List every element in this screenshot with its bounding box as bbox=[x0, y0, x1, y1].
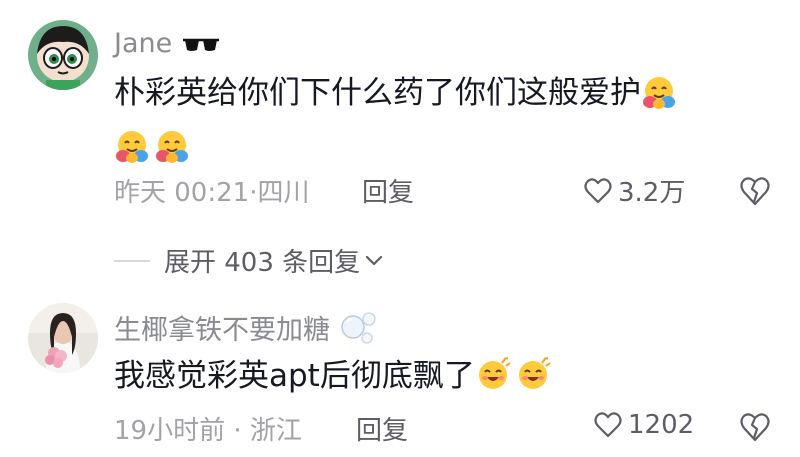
comment-text: 我感觉彩英apt后彻底飘了 bbox=[114, 349, 774, 403]
smiling-face-with-hearts-icon bbox=[478, 357, 511, 389]
comment-meta: 昨天 00:21·四川 bbox=[114, 172, 309, 209]
expand-divider bbox=[114, 259, 150, 262]
comment-meta: 19小时前 · 浙江 bbox=[114, 410, 302, 447]
heart-icon bbox=[594, 412, 622, 438]
like-count: 3.2万 bbox=[618, 178, 686, 208]
username[interactable]: 生椰拿铁不要加糖 bbox=[114, 308, 377, 347]
like-button[interactable]: 1202 bbox=[594, 410, 694, 440]
chevron-down-icon bbox=[366, 255, 383, 265]
comment-text: 朴彩英给你们下什么药了你们这般爱护 bbox=[114, 66, 774, 174]
username[interactable]: Jane bbox=[114, 28, 221, 59]
bubbles-icon bbox=[340, 312, 376, 344]
comment-time: 昨天 00:21 bbox=[114, 178, 250, 208]
expand-replies-label: 展开 403 条回复 bbox=[164, 248, 361, 278]
heart-icon bbox=[584, 177, 612, 203]
reply-button[interactable]: 回复 bbox=[356, 410, 408, 447]
like-button[interactable]: 3.2万 bbox=[584, 172, 685, 209]
hugging-face-icon bbox=[116, 131, 148, 163]
hugging-face-icon bbox=[643, 77, 675, 109]
sunglasses-icon bbox=[182, 38, 219, 51]
username-text: 生椰拿铁不要加糖 bbox=[114, 315, 330, 346]
smiling-face-with-hearts-icon bbox=[518, 357, 551, 389]
expand-replies-button[interactable]: 展开 403 条回复 bbox=[114, 242, 384, 279]
comment-time: 19小时前 bbox=[114, 416, 226, 446]
meta-separator: · bbox=[225, 416, 250, 446]
comment-location: 四川 bbox=[257, 178, 310, 208]
comment-text-body: 朴彩英给你们下什么药了你们这般爱护 bbox=[114, 75, 641, 111]
broken-heart-icon[interactable] bbox=[738, 174, 772, 208]
avatar[interactable] bbox=[28, 20, 98, 90]
hugging-face-icon bbox=[156, 131, 188, 163]
broken-heart-icon[interactable] bbox=[738, 410, 772, 444]
comment-location: 浙江 bbox=[249, 416, 302, 446]
username-text: Jane bbox=[114, 28, 173, 59]
like-count: 1202 bbox=[628, 410, 695, 440]
avatar[interactable] bbox=[28, 303, 98, 373]
comment-text-body: 我感觉彩英apt后彻底飘了 bbox=[114, 358, 475, 394]
reply-button[interactable]: 回复 bbox=[362, 172, 414, 209]
